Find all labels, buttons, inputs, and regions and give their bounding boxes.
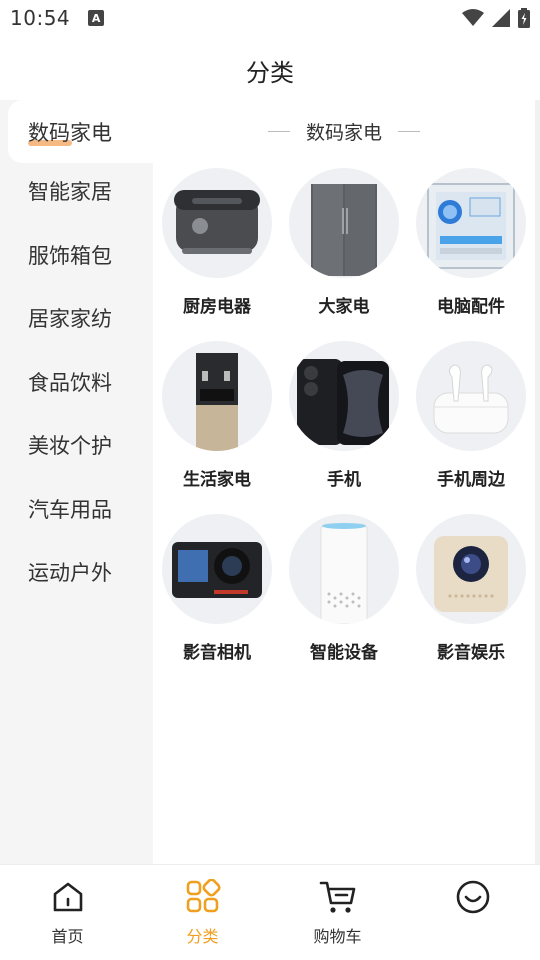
category-item-major-appliances[interactable]: 大家电 bbox=[280, 168, 408, 317]
page-title: 分类 bbox=[246, 58, 294, 87]
category-grid-icon bbox=[186, 879, 221, 913]
home-icon bbox=[53, 882, 82, 912]
notification-icon: A bbox=[88, 10, 105, 26]
category-item-camera[interactable]: 影音相机 bbox=[153, 514, 281, 663]
item-label: 生活家电 bbox=[183, 470, 251, 490]
category-item-smart-devices[interactable]: 智能设备 bbox=[280, 514, 408, 663]
sidebar-item-label: 居家家纺 bbox=[28, 306, 112, 331]
smart-speaker-icon bbox=[289, 514, 399, 624]
sidebar-item-digital-appliances[interactable]: 数码家电 bbox=[8, 100, 153, 163]
nav-profile[interactable] bbox=[405, 865, 540, 960]
phone-icon bbox=[289, 341, 399, 451]
nav-category[interactable]: 分类 bbox=[135, 865, 270, 960]
sidebar-item-apparel-bags[interactable]: 服饰箱包 bbox=[0, 223, 153, 286]
divider bbox=[267, 131, 290, 132]
sidebar-item-label: 食品饮料 bbox=[28, 370, 112, 395]
status-bar: 10:54 A bbox=[0, 0, 540, 36]
nav-cart-label: 购物车 bbox=[313, 927, 362, 946]
category-item-pc-parts[interactable]: 电脑配件 bbox=[407, 168, 535, 317]
sidebar-item-label: 汽车用品 bbox=[28, 497, 112, 522]
category-item-kitchen[interactable]: 厨房电器 bbox=[153, 168, 281, 317]
sidebar-item-label: 数码家电 bbox=[28, 117, 112, 147]
sidebar-item-sports-outdoor[interactable]: 运动户外 bbox=[0, 540, 153, 603]
rice-cooker-icon bbox=[162, 168, 272, 278]
cart-icon bbox=[319, 881, 355, 913]
wifi-icon bbox=[462, 9, 484, 26]
sidebar-item-food-drinks[interactable]: 食品饮料 bbox=[0, 350, 153, 413]
divider bbox=[398, 131, 420, 132]
status-time: 10:54 bbox=[10, 6, 71, 30]
item-label: 电脑配件 bbox=[437, 297, 505, 317]
sidebar-item-auto-supplies[interactable]: 汽车用品 bbox=[0, 477, 153, 540]
section-header: 数码家电 bbox=[153, 118, 535, 145]
pc-case-icon bbox=[416, 168, 526, 278]
item-label: 智能设备 bbox=[310, 643, 378, 663]
action-camera-icon bbox=[162, 514, 272, 624]
sidebar-item-label: 服饰箱包 bbox=[28, 243, 112, 268]
item-label: 大家电 bbox=[318, 297, 370, 317]
item-label: 手机 bbox=[327, 470, 361, 490]
sidebar-item-beauty-care[interactable]: 美妆个护 bbox=[0, 413, 153, 476]
sidebar-item-label: 美妆个护 bbox=[28, 433, 112, 458]
projector-icon bbox=[416, 514, 526, 624]
category-item-entertainment[interactable]: 影音娱乐 bbox=[407, 514, 535, 663]
profile-smile-icon bbox=[456, 880, 489, 914]
sidebar-item-home-textiles[interactable]: 居家家纺 bbox=[0, 286, 153, 349]
nav-category-label: 分类 bbox=[186, 927, 219, 946]
nav-cart[interactable]: 购物车 bbox=[270, 865, 405, 960]
category-item-home-appliances[interactable]: 生活家电 bbox=[153, 341, 281, 490]
signal-icon bbox=[492, 9, 510, 27]
category-item-phone[interactable]: 手机 bbox=[280, 341, 408, 490]
refrigerator-icon bbox=[289, 168, 399, 278]
category-sidebar: 数码家电 智能家居 服饰箱包 居家家纺 食品饮料 美妆个护 汽车用品 运动户外 bbox=[0, 100, 153, 864]
category-content: 数码家电 厨房电器 大家电 电脑配件 生活家电 手机 手机周边 影音相机 智能设… bbox=[153, 100, 535, 864]
water-dispenser-icon bbox=[162, 341, 272, 451]
sidebar-item-label: 智能家居 bbox=[28, 179, 112, 204]
page-header: 分类 bbox=[0, 44, 540, 96]
sidebar-item-label: 运动户外 bbox=[28, 560, 112, 585]
item-label: 影音相机 bbox=[183, 643, 251, 663]
scroll-edge bbox=[535, 100, 540, 864]
system-icons bbox=[462, 8, 530, 28]
sidebar-item-smart-home[interactable]: 智能家居 bbox=[0, 159, 153, 222]
section-title: 数码家电 bbox=[305, 122, 382, 144]
earbuds-icon bbox=[416, 341, 526, 451]
nav-home[interactable]: 首页 bbox=[0, 865, 135, 960]
item-label: 影音娱乐 bbox=[437, 643, 505, 663]
bottom-nav: 首页 分类 购物车 bbox=[0, 864, 540, 960]
battery-icon bbox=[518, 8, 530, 28]
nav-home-label: 首页 bbox=[51, 927, 84, 946]
item-label: 厨房电器 bbox=[183, 297, 251, 317]
category-item-phone-accessories[interactable]: 手机周边 bbox=[407, 341, 535, 490]
item-label: 手机周边 bbox=[437, 470, 505, 490]
